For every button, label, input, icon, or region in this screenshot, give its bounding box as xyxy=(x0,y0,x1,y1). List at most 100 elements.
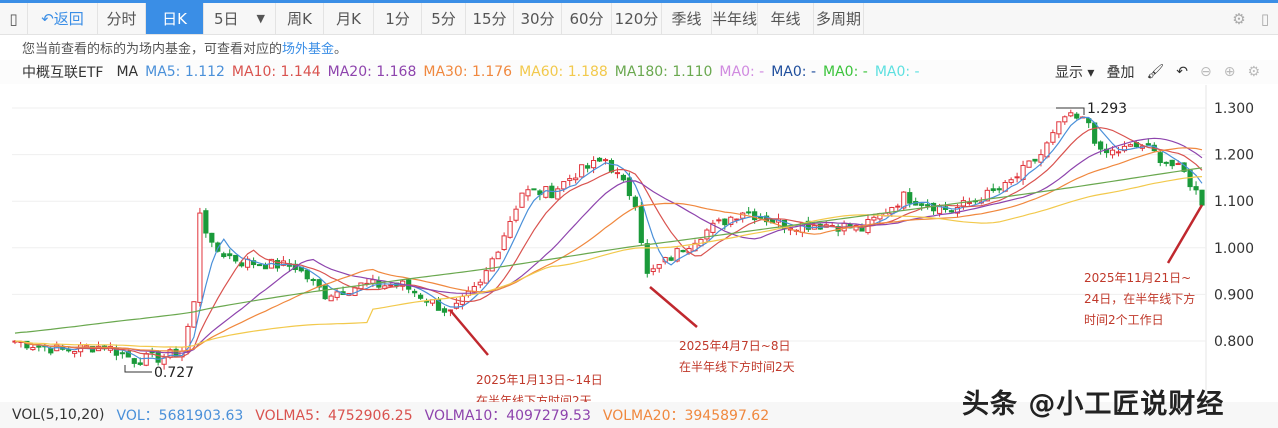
y-tick-label: 0.800 xyxy=(1214,334,1254,350)
candle-body xyxy=(221,253,227,258)
candle-body xyxy=(441,308,448,313)
zoom-out-icon[interactable]: ⊖ xyxy=(1200,64,1212,80)
tab-period[interactable]: 季线 xyxy=(662,3,712,34)
sidebar-toggle-icon[interactable]: ▯ xyxy=(0,3,28,34)
tab-period[interactable]: 周K xyxy=(276,3,324,34)
display-dropdown[interactable]: 显示 ▾ xyxy=(1055,62,1094,82)
candle-body xyxy=(1098,141,1104,150)
vol-legend-item: VOL：5681903.63 xyxy=(116,408,244,424)
candle-body xyxy=(36,345,42,348)
tab-period[interactable]: 15分 xyxy=(466,3,514,34)
watermark: 头条 @小工匠说财经 xyxy=(962,389,1225,420)
candle-body xyxy=(209,232,215,243)
candle-body xyxy=(561,181,567,190)
candle-body xyxy=(1127,144,1134,147)
candle-body xyxy=(137,362,143,365)
candle-body xyxy=(328,295,334,302)
tab-period[interactable]: 60分 xyxy=(562,3,612,34)
candle-body xyxy=(638,205,644,244)
annotation-line: 时间2个工作日 xyxy=(1084,313,1164,327)
candle-body xyxy=(227,253,233,257)
ma-legend-item: MA10: 1.144 xyxy=(231,64,321,80)
candle-body xyxy=(871,216,877,221)
annotation-nov: 2025年11月21日~ 24日，在半年线下方 时间2个工作日 xyxy=(1084,268,1195,331)
tab-label: 5日 xyxy=(213,10,239,28)
candle-body xyxy=(477,281,483,286)
chart-settings-icon[interactable]: ⚙ xyxy=(1247,64,1260,80)
annotation-line: 在半年线下方时间2天 xyxy=(679,360,795,374)
candle-body xyxy=(746,211,752,214)
annotation-arrow xyxy=(449,309,489,356)
candle-body xyxy=(1056,121,1062,135)
candle-body xyxy=(30,346,36,351)
candle-body xyxy=(519,192,525,208)
candle-body xyxy=(895,205,901,208)
candle-body xyxy=(596,157,603,162)
candle-body xyxy=(966,201,972,204)
y-tick-label: 1.000 xyxy=(1214,241,1254,257)
vol-label: VOL(5,10,20) xyxy=(12,407,105,423)
chevron-down-icon[interactable]: ▼ xyxy=(257,12,265,25)
ma-legend-item: MA20: 1.168 xyxy=(327,64,417,80)
candle-body xyxy=(990,188,996,192)
candle-body xyxy=(555,188,561,200)
tab-period[interactable]: 120分 xyxy=(612,3,662,34)
candle-body xyxy=(1157,152,1163,163)
candle-body xyxy=(1163,161,1169,164)
candle-body xyxy=(632,196,638,208)
tab-period[interactable]: 分时 xyxy=(98,3,146,34)
candle-body xyxy=(459,295,465,305)
candle-body xyxy=(191,301,197,328)
undo-icon: ↶ xyxy=(41,9,54,28)
candle-body xyxy=(722,218,728,226)
tab-period[interactable]: 多周期 xyxy=(814,3,864,34)
candle-body xyxy=(155,351,161,363)
tab-period[interactable]: 月K xyxy=(324,3,374,34)
candle-body xyxy=(656,264,662,269)
high-price-label: 1.293 xyxy=(1087,101,1127,117)
annotation-line: 2025年1月13日~14日 xyxy=(476,373,603,387)
candle-body xyxy=(1109,149,1116,156)
annotation-arrow xyxy=(1166,204,1204,264)
settings-icon[interactable]: ⚙ xyxy=(1226,3,1252,34)
candle-body xyxy=(48,348,54,354)
y-tick-label: 1.200 xyxy=(1214,148,1254,164)
back-button[interactable]: ↶ 返回 xyxy=(28,3,98,34)
annotation-apr: 2025年4月7日~8日 在半年线下方时间2天 xyxy=(679,336,795,378)
candle-body xyxy=(919,203,925,206)
tab-period[interactable]: 年线 xyxy=(758,3,814,34)
brush-icon[interactable]: 🖌 xyxy=(1146,64,1164,80)
chart-tools: 显示 ▾ 叠加 🖌 ↶ ⊖ ⊕ ⚙ xyxy=(1055,62,1260,82)
vol-legend-item: VOLMA5：4752906.25 xyxy=(255,408,413,424)
candle-body xyxy=(1199,189,1205,206)
security-name: 中概互联ETF xyxy=(22,65,104,81)
candle-body xyxy=(650,268,656,272)
tab-period[interactable]: 半年线 xyxy=(712,3,758,34)
candle-body xyxy=(1175,163,1181,166)
zoom-in-icon[interactable]: ⊕ xyxy=(1224,64,1236,80)
candle-body xyxy=(256,264,263,267)
candle-body xyxy=(304,269,310,280)
kline-chart[interactable]: 1.300 1.200 1.100 1.000 0.900 0.800 1.293 0.727 xyxy=(0,85,1278,401)
overlay-button[interactable]: 叠加 xyxy=(1106,62,1134,82)
candle-body xyxy=(370,279,376,284)
tab-period[interactable]: 5分 xyxy=(422,3,466,34)
ma-legend-item: MA30: 1.176 xyxy=(423,64,513,80)
y-tick-label: 0.900 xyxy=(1214,287,1254,303)
candle-body xyxy=(412,290,418,294)
candle-body xyxy=(680,249,686,253)
candle-body xyxy=(1074,113,1080,119)
tab-period[interactable]: 5日 ▼ xyxy=(204,3,276,34)
tab-period[interactable]: 1分 xyxy=(374,3,422,34)
panel-toggle-icon[interactable]: ▯ xyxy=(1252,3,1278,34)
vol-legend-item: VOLMA20：3945897.62 xyxy=(602,408,770,424)
candle-body xyxy=(614,172,621,175)
fund-notice: 您当前查看的标的为场内基金，可查看对应的场外基金。 xyxy=(22,38,347,57)
candle-body xyxy=(573,177,579,181)
ma-legend-item: MA180: 1.110 xyxy=(614,64,713,80)
tab-period[interactable]: 30分 xyxy=(514,3,562,34)
tab-period[interactable]: 日K xyxy=(146,3,204,34)
undo-icon[interactable]: ↶ xyxy=(1176,64,1188,80)
otc-fund-link[interactable]: 场外基金 xyxy=(282,42,334,57)
candle-body xyxy=(525,189,531,197)
